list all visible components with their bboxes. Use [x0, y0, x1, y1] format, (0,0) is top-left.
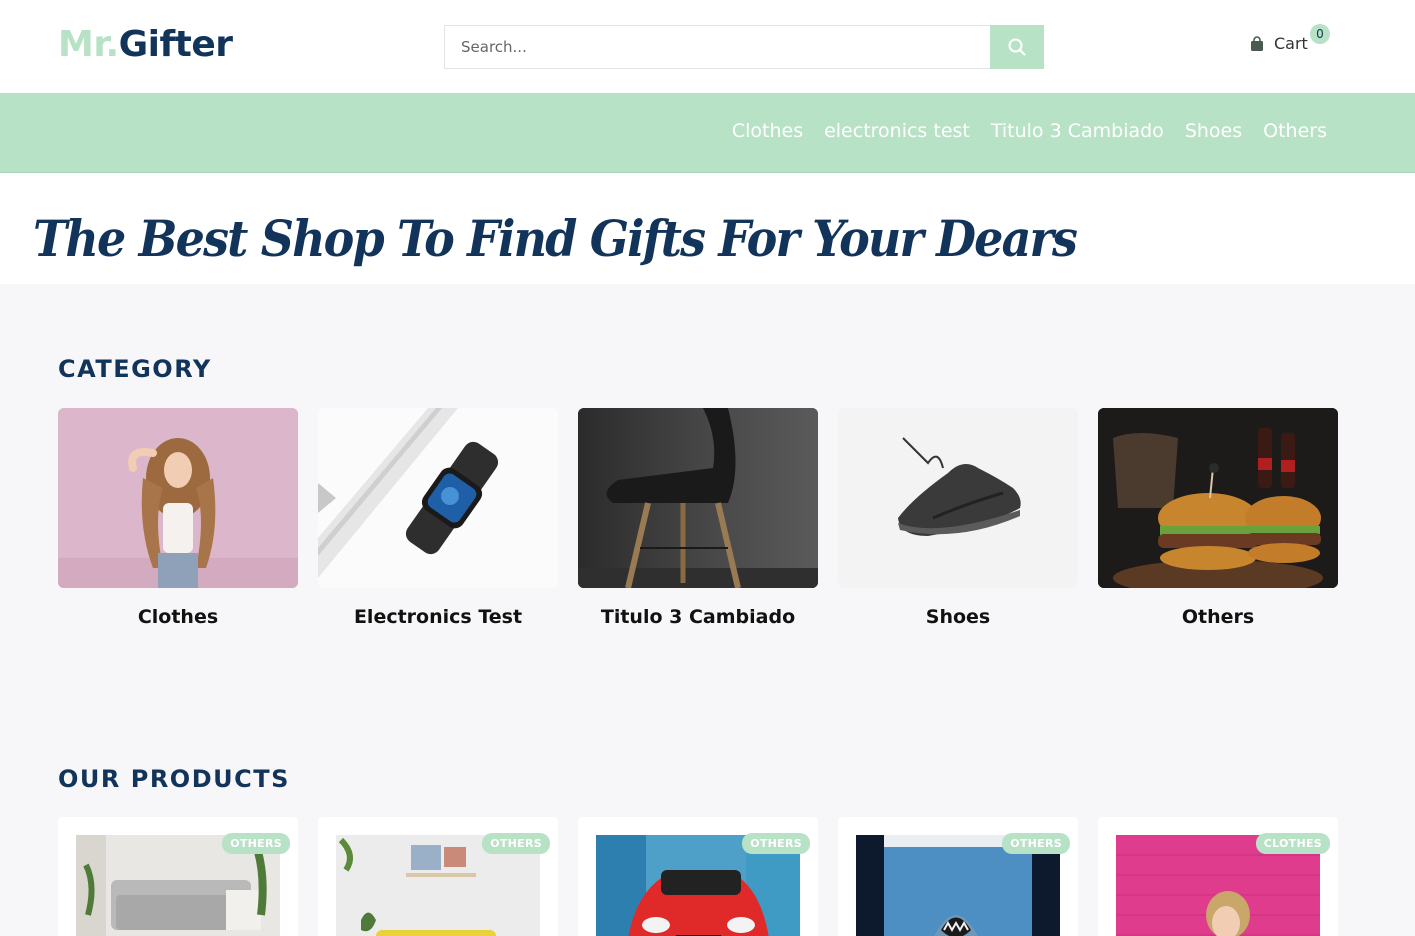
shopping-bag-icon [1251, 35, 1263, 51]
category-name-titulo-3-cambiado: Titulo 3 Cambiado [600, 606, 796, 628]
search-button[interactable] [990, 25, 1044, 69]
nav-item-titulo-3-cambiado[interactable]: Titulo 3 Cambiado [991, 120, 1164, 142]
category-card-titulo-3-cambiado[interactable]: Titulo 3 Cambiado [578, 408, 818, 628]
category-section-title: CATEGORY [58, 355, 212, 383]
category-card-electronics-test[interactable]: Electronics Test [318, 408, 558, 628]
cart-button[interactable]: Cart 0 [1249, 24, 1330, 53]
hero-title: The Best Shop To Find Gifts For Your Dea… [33, 209, 1078, 268]
product-category-badge: OTHERS [482, 833, 550, 854]
top-header: Mr.Gifter Cart 0 [0, 0, 1415, 93]
product-category-badge: OTHERS [222, 833, 290, 854]
main-content: CATEGORY Clothes Electronics Test Titulo… [0, 284, 1415, 936]
product-card[interactable]: OTHERS [58, 817, 298, 936]
site-logo[interactable]: Mr.Gifter [58, 24, 233, 65]
hero-banner: The Best Shop To Find Gifts For Your Dea… [0, 173, 1415, 284]
category-card-shoes[interactable]: Shoes [838, 408, 1078, 628]
category-image-electronics-test [318, 408, 558, 588]
search-icon [1008, 38, 1026, 56]
product-card[interactable]: OTHERS [838, 817, 1078, 936]
search-input[interactable] [444, 25, 990, 69]
search-bar [444, 25, 1044, 69]
cart-count-badge: 0 [1310, 24, 1330, 44]
nav-item-electronics-test[interactable]: electronics test [824, 120, 970, 142]
product-category-badge: OTHERS [742, 833, 810, 854]
category-name-shoes: Shoes [925, 606, 991, 628]
product-card[interactable]: CLOTHES [1098, 817, 1338, 936]
product-card[interactable]: OTHERS [578, 817, 818, 936]
category-card-others[interactable]: Others [1098, 408, 1338, 628]
products-section-title: OUR PRODUCTS [58, 765, 290, 793]
category-image-clothes [58, 408, 298, 588]
category-name-electronics-test: Electronics Test [353, 606, 523, 628]
category-name-others: Others [1181, 606, 1255, 628]
category-image-others [1098, 408, 1338, 588]
nav-item-shoes[interactable]: Shoes [1185, 120, 1242, 142]
nav-list: Clothes electronics test Titulo 3 Cambia… [732, 120, 1327, 142]
product-category-badge: OTHERS [1002, 833, 1070, 854]
logo-name: Gifter [118, 24, 233, 65]
logo-prefix: Mr. [58, 24, 119, 65]
product-card[interactable]: OTHERS [318, 817, 558, 936]
product-grid: OTHERS OTHERS OTHERS OTHERS CLOTHES [58, 817, 1338, 936]
cart-label: Cart [1274, 34, 1308, 53]
product-category-badge: CLOTHES [1255, 833, 1330, 854]
category-name-clothes: Clothes [137, 606, 219, 628]
nav-item-clothes[interactable]: Clothes [732, 120, 803, 142]
nav-item-others[interactable]: Others [1263, 120, 1327, 142]
category-card-clothes[interactable]: Clothes [58, 408, 298, 628]
category-image-shoes [838, 408, 1078, 588]
category-image-titulo-3-cambiado [578, 408, 818, 588]
category-grid: Clothes Electronics Test Titulo 3 Cambia… [58, 408, 1338, 628]
category-navbar: Clothes electronics test Titulo 3 Cambia… [0, 93, 1415, 173]
